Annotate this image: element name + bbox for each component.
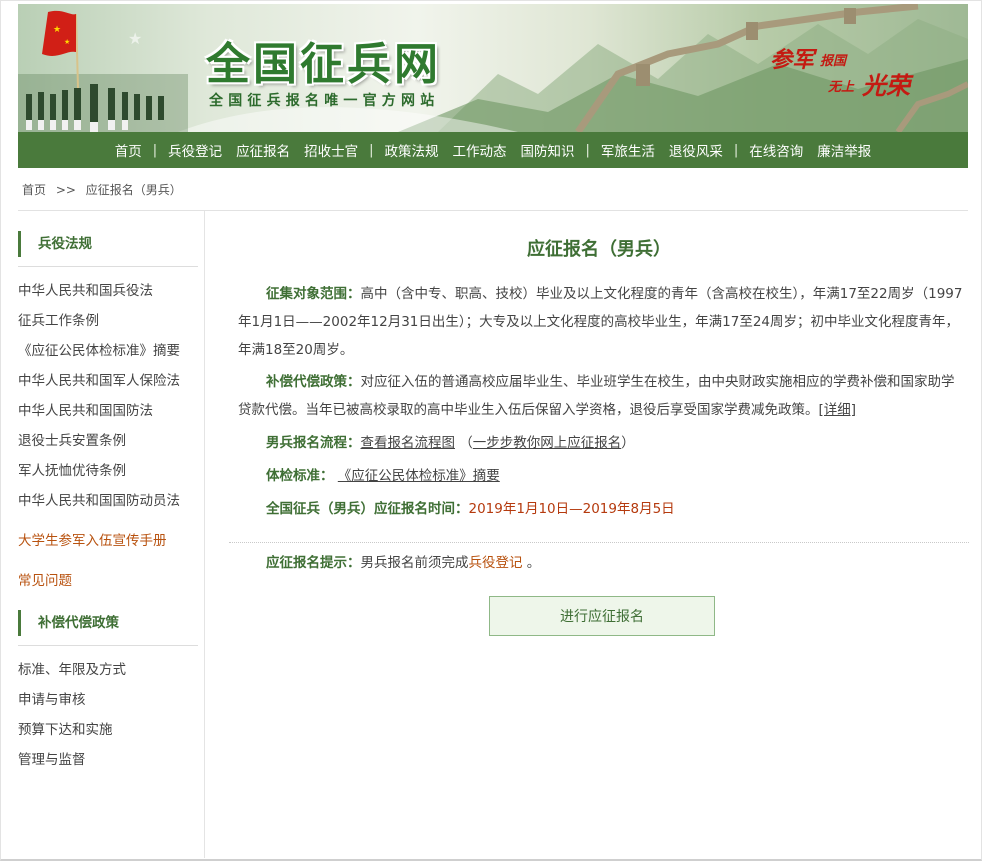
svg-text:★: ★ [53, 25, 61, 35]
physical-exam-standard: 体检标准： 《应征公民体检标准》摘要 [238, 462, 966, 490]
recruit-scope: 征集对象范围：高中（含中专、职高、技校）毕业及以上文化程度的青年（含高校在校生）… [238, 280, 966, 364]
nav-home[interactable]: 首页 [108, 140, 149, 160]
compensation-policy: 补偿代偿政策：对应征入伍的普通高校应届毕业生、毕业班学生在校生，由中央财政实施相… [238, 368, 966, 424]
registration-time-value: 2019年1月10日—2019年8月5日 [468, 501, 675, 517]
nav-enlistment[interactable]: 应征报名 [229, 140, 297, 160]
sidebar-divider [18, 266, 198, 267]
nav-veterans[interactable]: 退役风采 [662, 140, 730, 160]
nav-nco-recruit[interactable]: 招收士官 [297, 140, 365, 160]
sidebar-item-application[interactable]: 申请与审核 [18, 685, 204, 715]
nav-news[interactable]: 工作动态 [446, 140, 514, 160]
site-banner: ★ ★ ★ 全国征兵网 全国征兵报名唯一官方网站 参军 报国 无上 光荣 [18, 4, 968, 132]
compensation-label: 补偿代偿政策： [266, 374, 361, 390]
nav-online-consult[interactable]: 在线咨询 [742, 140, 810, 160]
site-logo-subtitle: 全国征兵报名唯一官方网站 [209, 93, 440, 109]
exam-standard-link[interactable]: 《应征公民体检标准》摘要 [338, 468, 500, 484]
sidebar-item-defense-mobilization-law[interactable]: 中华人民共和国国防动员法 [18, 486, 204, 516]
flow-label: 男兵报名流程： [266, 435, 361, 451]
slogan-part2: 报国 [820, 54, 847, 69]
sidebar-item-student-handbook[interactable]: 大学生参军入伍宣传手册 [18, 526, 204, 556]
slogan-part4: 光荣 [862, 71, 910, 100]
breadcrumb-home[interactable]: 首页 [22, 183, 46, 197]
nav-separator: | [733, 142, 739, 158]
nav-separator: | [585, 142, 590, 158]
svg-text:★: ★ [64, 38, 70, 46]
breadcrumb-separator: >> [55, 183, 76, 197]
sidebar-item-military-service-law[interactable]: 中华人民共和国兵役法 [18, 276, 204, 306]
sidebar-item-veteran-resettlement[interactable]: 退役士兵安置条例 [18, 426, 204, 456]
tip-text: 男兵报名前须完成 [360, 555, 469, 571]
registration-period: 全国征兵（男兵）应征报名时间：2019年1月10日—2019年8月5日 [238, 495, 966, 523]
sidebar-item-national-defense-law[interactable]: 中华人民共和国国防法 [18, 396, 204, 426]
nav-separator: | [152, 142, 158, 158]
page-title: 应征报名（男兵） [527, 239, 671, 260]
content-divider [229, 542, 969, 543]
sidebar-item-budget[interactable]: 预算下达和实施 [18, 715, 204, 745]
sidebar-divider [18, 645, 198, 646]
sidebar-item-conscription-regulations[interactable]: 征兵工作条例 [18, 306, 204, 336]
nav-report[interactable]: 廉洁举报 [810, 140, 878, 160]
flow-paren-open: （ [459, 435, 473, 451]
slogan-part1: 参军 [770, 47, 815, 73]
sidebar-item-standards[interactable]: 标准、年限及方式 [18, 655, 204, 685]
sidebar-item-military-pension[interactable]: 军人抚恤优待条例 [18, 456, 204, 486]
registration-time-label: 全国征兵（男兵）应征报名时间： [266, 501, 469, 517]
nav-military-life[interactable]: 军旅生活 [594, 140, 662, 160]
main-nav: 首页 | 兵役登记 应征报名 招收士官 | 政策法规 工作动态 国防知识 | 军… [18, 132, 968, 168]
nav-policy[interactable]: 政策法规 [378, 140, 446, 160]
tip-label: 应征报名提示： [266, 555, 361, 571]
start-enlistment-button[interactable]: 进行应征报名 [489, 596, 715, 636]
military-registration-link[interactable]: 兵役登记 [469, 555, 523, 571]
sidebar-section-military-law: 兵役法规 [18, 231, 204, 257]
flow-paren-close: ） [621, 435, 635, 451]
online-guide-link[interactable]: 一步步教你网上应征报名 [473, 435, 622, 451]
sidebar-item-faq[interactable]: 常见问题 [18, 566, 204, 596]
sidebar-section-compensation: 补偿代偿政策 [18, 610, 204, 636]
sidebar: 兵役法规 中华人民共和国兵役法 征兵工作条例 《应征公民体检标准》摘要 中华人民… [18, 211, 205, 858]
breadcrumb: 首页 >> 应征报名（男兵） [22, 181, 188, 198]
recruit-scope-label: 征集对象范围： [266, 286, 361, 302]
sidebar-item-military-insurance-law[interactable]: 中华人民共和国军人保险法 [18, 366, 204, 396]
sidebar-item-physical-standards[interactable]: 《应征公民体检标准》摘要 [18, 336, 204, 366]
flow-chart-link[interactable]: 查看报名流程图 [361, 435, 456, 451]
exam-label: 体检标准： [266, 468, 334, 484]
male-registration-flow: 男兵报名流程：查看报名流程图 （一步步教你网上应征报名） [238, 429, 966, 457]
tip-end: 。 [526, 555, 541, 571]
sidebar-item-supervision[interactable]: 管理与监督 [18, 745, 204, 775]
nav-registration[interactable]: 兵役登记 [161, 140, 229, 160]
svg-text:★: ★ [128, 29, 142, 48]
breadcrumb-current: 应征报名（男兵） [85, 183, 182, 197]
slogan-part3: 无上 [828, 80, 855, 95]
nav-defense-knowledge[interactable]: 国防知识 [514, 140, 582, 160]
compensation-detail-link[interactable]: [详细] [819, 402, 857, 418]
nav-separator: | [369, 142, 374, 158]
registration-tip: 应征报名提示：男兵报名前须完成兵役登记 。 [238, 549, 966, 577]
site-logo-title[interactable]: 全国征兵网 [206, 28, 441, 92]
